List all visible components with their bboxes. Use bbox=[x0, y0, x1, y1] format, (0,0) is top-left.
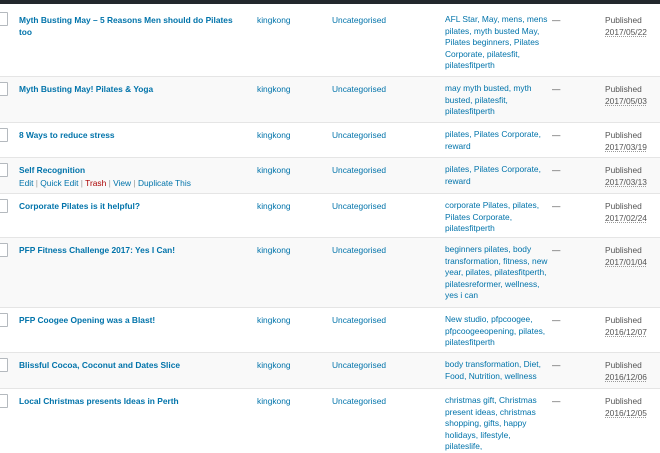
table-row: Blissful Cocoa, Coconut and Dates Slice … bbox=[0, 353, 660, 389]
post-title-link[interactable]: Myth Busting May – 5 Reasons Men should … bbox=[19, 14, 247, 38]
post-status: Published bbox=[605, 130, 642, 140]
post-date: 2017/02/24 bbox=[605, 213, 647, 223]
post-category-link[interactable]: Uncategorised bbox=[332, 14, 386, 26]
post-date: 2016/12/07 bbox=[605, 327, 647, 337]
post-date: 2017/05/22 bbox=[605, 27, 647, 37]
post-category-link[interactable]: Uncategorised bbox=[332, 359, 386, 371]
view-link[interactable]: View bbox=[113, 178, 131, 188]
table-row: 8 Ways to reduce stress kingkong Uncateg… bbox=[0, 123, 660, 158]
post-comments: — bbox=[552, 360, 561, 370]
post-author-link[interactable]: kingkong bbox=[257, 83, 291, 95]
post-status: Published bbox=[605, 396, 642, 406]
table-row: PFP Fitness Challenge 2017: Yes I Can! k… bbox=[0, 238, 660, 308]
post-author-link[interactable]: kingkong bbox=[257, 359, 291, 371]
row-checkbox[interactable] bbox=[0, 243, 8, 257]
row-checkbox[interactable] bbox=[0, 313, 8, 327]
post-status: Published bbox=[605, 165, 642, 175]
post-title-link[interactable]: Blissful Cocoa, Coconut and Dates Slice bbox=[19, 359, 247, 371]
post-tags[interactable]: corporate Pilates, pilates, Pilates Corp… bbox=[445, 200, 549, 235]
post-category-link[interactable]: Uncategorised bbox=[332, 164, 386, 176]
table-row: Myth Busting May! Pilates & Yoga kingkon… bbox=[0, 77, 660, 123]
post-status: Published bbox=[605, 315, 642, 325]
row-checkbox[interactable] bbox=[0, 128, 8, 142]
post-comments: — bbox=[552, 245, 561, 255]
table-row: Self Recognition Edit | Quick Edit | Tra… bbox=[0, 158, 660, 194]
post-title-link[interactable]: PFP Fitness Challenge 2017: Yes I Can! bbox=[19, 244, 247, 256]
duplicate-link[interactable]: Duplicate This bbox=[138, 178, 191, 188]
post-category-link[interactable]: Uncategorised bbox=[332, 395, 386, 407]
row-checkbox[interactable] bbox=[0, 358, 8, 372]
post-category-link[interactable]: Uncategorised bbox=[332, 314, 386, 326]
separator: | bbox=[133, 178, 136, 188]
post-date: 2016/12/05 bbox=[605, 408, 647, 418]
post-tags[interactable]: body transformation, Diet, Food, Nutriti… bbox=[445, 359, 549, 382]
post-author-link[interactable]: kingkong bbox=[257, 164, 291, 176]
post-category-link[interactable]: Uncategorised bbox=[332, 83, 386, 95]
row-checkbox[interactable] bbox=[0, 82, 8, 96]
post-comments: — bbox=[552, 15, 561, 25]
post-comments: — bbox=[552, 165, 561, 175]
post-category-link[interactable]: Uncategorised bbox=[332, 129, 386, 141]
post-tags[interactable]: may myth busted, myth busted, pilatesfit… bbox=[445, 83, 549, 118]
post-author-link[interactable]: kingkong bbox=[257, 395, 291, 407]
separator: | bbox=[80, 178, 83, 188]
row-actions: Edit | Quick Edit | Trash | View | Dupli… bbox=[19, 177, 191, 189]
row-checkbox[interactable] bbox=[0, 199, 8, 213]
table-row: Myth Busting May – 5 Reasons Men should … bbox=[0, 4, 660, 77]
post-category-link[interactable]: Uncategorised bbox=[332, 244, 386, 256]
post-comments: — bbox=[552, 130, 561, 140]
quick-edit-link[interactable]: Quick Edit bbox=[40, 178, 78, 188]
row-checkbox[interactable] bbox=[0, 394, 8, 408]
post-title-link[interactable]: PFP Coogee Opening was a Blast! bbox=[19, 314, 247, 326]
row-checkbox[interactable] bbox=[0, 163, 8, 177]
separator: | bbox=[108, 178, 111, 188]
post-author-link[interactable]: kingkong bbox=[257, 200, 291, 212]
post-status: Published bbox=[605, 360, 642, 370]
post-tags[interactable]: AFL Star, May, mens, mens pilates, myth … bbox=[445, 14, 549, 72]
post-tags[interactable]: New studio, pfpcoogee, pfpcoogeeopening,… bbox=[445, 314, 549, 349]
post-author-link[interactable]: kingkong bbox=[257, 129, 291, 141]
post-author-link[interactable]: kingkong bbox=[257, 244, 291, 256]
table-row: PFP Coogee Opening was a Blast! kingkong… bbox=[0, 308, 660, 353]
post-date: 2017/03/13 bbox=[605, 177, 647, 187]
post-date: 2017/03/19 bbox=[605, 142, 647, 152]
post-comments: — bbox=[552, 396, 561, 406]
post-status: Published bbox=[605, 245, 642, 255]
post-tags[interactable]: pilates, Pilates Corporate, reward bbox=[445, 164, 549, 187]
post-comments: — bbox=[552, 315, 561, 325]
table-row: Local Christmas presents Ideas in Perth … bbox=[0, 389, 660, 451]
post-category-link[interactable]: Uncategorised bbox=[332, 200, 386, 212]
table-row: Corporate Pilates is it helpful? kingkon… bbox=[0, 194, 660, 238]
post-status: Published bbox=[605, 201, 642, 211]
separator: | bbox=[35, 178, 38, 188]
post-title-link[interactable]: Self Recognition bbox=[19, 164, 247, 176]
post-title-link[interactable]: Corporate Pilates is it helpful? bbox=[19, 200, 247, 212]
post-status: Published bbox=[605, 84, 642, 94]
post-tags[interactable]: christmas gift, Christmas present ideas,… bbox=[445, 395, 549, 453]
post-title-link[interactable]: Local Christmas presents Ideas in Perth bbox=[19, 395, 247, 407]
posts-table: Myth Busting May – 5 Reasons Men should … bbox=[0, 4, 660, 451]
post-date: 2017/01/04 bbox=[605, 257, 647, 267]
trash-link[interactable]: Trash bbox=[85, 178, 106, 188]
post-title-link[interactable]: Myth Busting May! Pilates & Yoga bbox=[19, 83, 247, 95]
post-date: 2016/12/06 bbox=[605, 372, 647, 382]
post-comments: — bbox=[552, 84, 561, 94]
post-tags[interactable]: pilates, Pilates Corporate, reward bbox=[445, 129, 549, 152]
edit-link[interactable]: Edit bbox=[19, 178, 33, 188]
post-tags[interactable]: beginners pilates, body transformation, … bbox=[445, 244, 549, 302]
post-author-link[interactable]: kingkong bbox=[257, 314, 291, 326]
post-author-link[interactable]: kingkong bbox=[257, 14, 291, 26]
post-title-link[interactable]: 8 Ways to reduce stress bbox=[19, 129, 247, 141]
post-comments: — bbox=[552, 201, 561, 211]
row-checkbox[interactable] bbox=[0, 12, 8, 26]
post-status: Published bbox=[605, 15, 642, 25]
post-date: 2017/05/03 bbox=[605, 96, 647, 106]
